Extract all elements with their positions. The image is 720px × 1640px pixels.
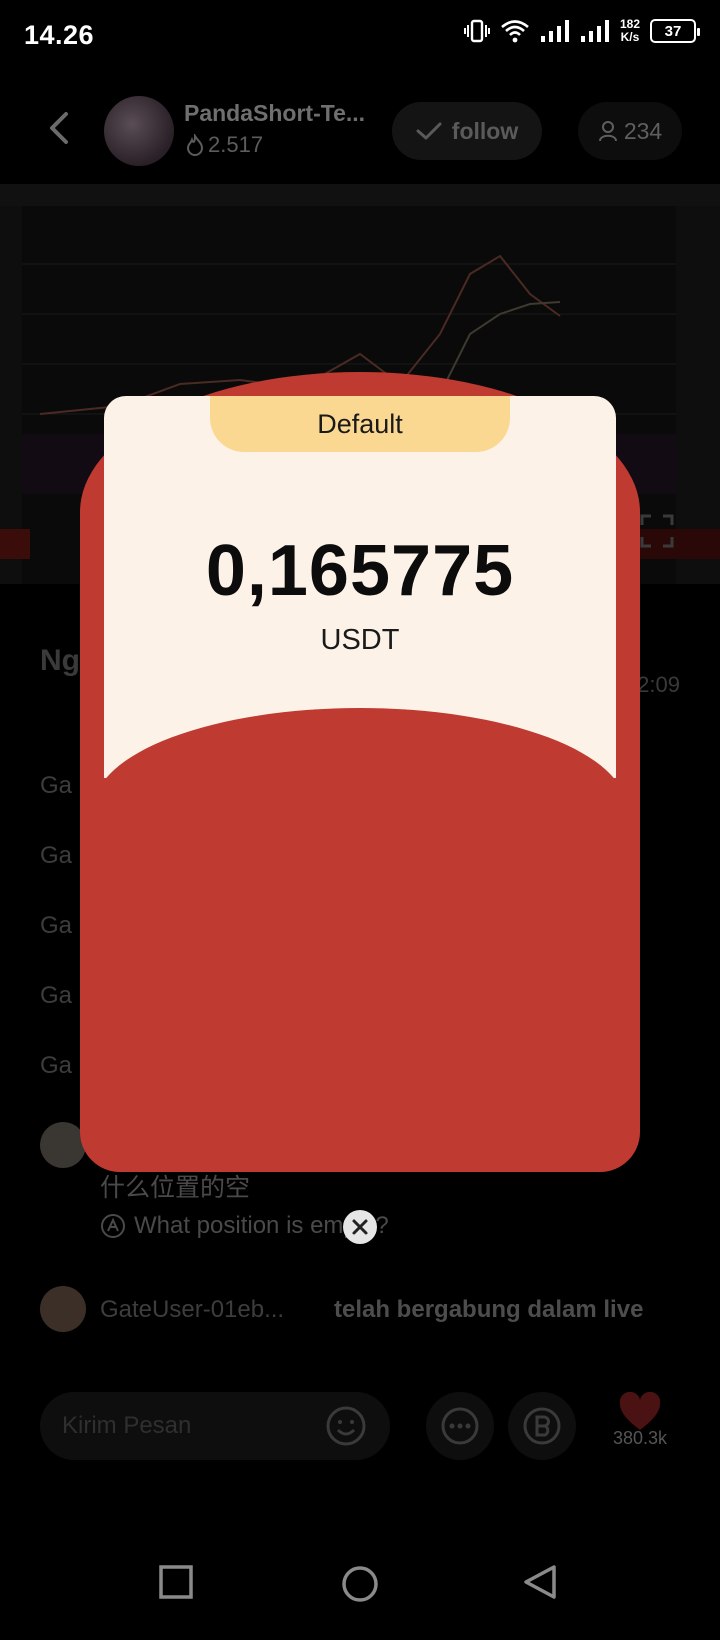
reward-currency: USDT <box>320 624 400 656</box>
close-icon <box>352 1219 368 1235</box>
reward-amount: 0,165775 <box>205 531 515 611</box>
red-packet-modal: Default 0,165775 USDT <box>0 0 720 1640</box>
packet-flap <box>104 708 616 778</box>
reward-card: Default 0,165775 USDT <box>104 396 616 778</box>
packet-type-label: Default <box>210 396 510 452</box>
close-button[interactable] <box>343 1210 377 1244</box>
